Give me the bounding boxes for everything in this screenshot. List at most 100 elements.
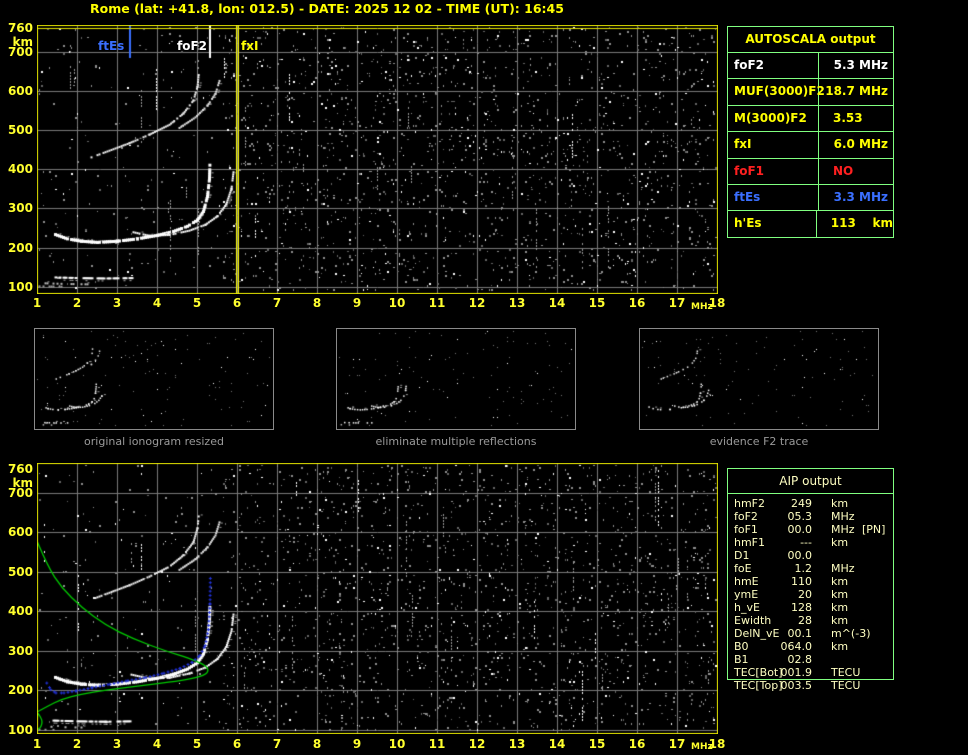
aip-row-unit: km [831,497,849,510]
x-tick-label: 3 [112,296,122,310]
aip-row: foF1 00.0 MHz [PN] [727,523,893,536]
x-tick-label: 11 [428,737,446,751]
page-title: Rome (lat: +41.8, lon: 012.5) - DATE: 20… [90,1,564,16]
x-tick-label: 13 [508,737,526,751]
table-row: MUF(3000)F2 18.7 MHz [728,79,893,106]
mini-ionogram-canvas [640,329,878,429]
x-tick-label: 14 [548,737,566,751]
aip-row: B1 02.8 [727,653,893,666]
autoscala-row-value: 3.3 MHz [833,189,888,204]
aip-row-label: B1 [734,653,749,666]
x-tick-label: 4 [152,737,162,751]
y-tick-label: 500 [7,564,33,579]
panel-caption-eliminate: eliminate multiple reflections [375,435,537,448]
autoscala-row-value: NO [833,163,854,178]
autoscala-row-value: 18.7 MHz [825,84,888,99]
x-tick-label: 13 [508,296,526,310]
y-tick-label: 760 [7,462,33,476]
table-row: foF1 NO [728,158,893,185]
panel-caption-original: original ionogram resized [84,435,224,448]
mini-ionogram-panel [336,328,576,430]
aip-row-unit: km [831,601,849,614]
aip-row-unit: MHz [831,562,855,575]
y-tick-label: 400 [7,604,33,619]
aip-row-unit: km [831,575,849,588]
mini-ionogram-canvas [337,329,575,429]
table-row: h'Es 113 km [728,211,893,237]
table-row: foF2 5.3 MHz [728,53,893,80]
x-tick-label: 12 [468,296,486,310]
aip-row: TEC[Bot] 001.9 TECU [727,666,893,679]
y-tick-label: 400 [7,162,33,177]
aip-row-value: 28 [798,614,812,627]
aip-row-value: 00.0 [787,549,813,562]
x-tick-label: 12 [468,737,486,751]
y-axis-unit-label: km [12,476,33,490]
y-tick-label: 200 [7,683,33,698]
y-tick-label: 300 [7,201,33,216]
aip-row-label: hmE [734,575,759,588]
aip-row: B0 064.0 km [727,640,893,653]
y-tick-label: 300 [7,643,33,658]
aip-row-label: ymE [734,588,759,601]
autoscala-row-label: MUF(3000)F2 [728,79,825,105]
aip-row: ymE 20 km [727,588,893,601]
aip-row: foE 1.2 MHz [727,562,893,575]
aip-row-value: 001.9 [780,666,813,679]
x-tick-label: 7 [272,296,282,310]
aip-row-unit: TECU [831,666,861,679]
aip-row: TEC[Top] 003.5 TECU [727,679,893,692]
aip-row-value: 249 [791,497,812,510]
y-tick-label: 760 [7,21,33,35]
x-tick-label: 7 [272,737,282,751]
aip-row: hmF2 249 km [727,497,893,510]
table-row: fxI 6.0 MHz [728,132,893,159]
autoscala-row-label: foF1 [728,158,819,184]
x-tick-label: 16 [628,296,646,310]
x-tick-label: 6 [232,296,242,310]
x-tick-label: 9 [352,737,362,751]
x-tick-label: 15 [588,296,606,310]
aip-row-value: 064.0 [780,640,813,653]
y-tick-label: 600 [7,83,33,98]
autoscala-row-value: 6.0 MHz [833,137,888,152]
x-tick-label: 3 [112,737,122,751]
aip-row: Ewidth 28 km [727,614,893,627]
autoscala-table-title: AUTOSCALA output [728,27,893,53]
bottom-x-unit-label: MHz [691,742,713,752]
x-tick-label: 1 [32,737,42,751]
aip-row-note: [PN] [862,523,886,536]
aip-row: DelN_vE 00.1 m^(-3) [727,627,893,640]
x-tick-label: 2 [72,296,82,310]
y-tick-label: 200 [7,240,33,255]
aip-row-value: --- [800,536,812,549]
y-tick-label: 100 [7,279,33,294]
table-row: ftEs 3.3 MHz [728,184,893,212]
aip-row-label: foF1 [734,523,758,536]
aip-row-value: 003.5 [780,679,813,692]
autoscala-output-table: AUTOSCALA output foF2 5.3 MHz MUF(3000)F… [727,26,894,238]
aip-row-value: 00.0 [787,523,813,536]
x-tick-label: 17 [668,737,686,751]
x-tick-label: 5 [192,737,202,751]
aip-row-label: foE [734,562,752,575]
x-tick-label: 16 [628,737,646,751]
y-axis-unit-label: km [12,35,33,49]
table-row: M(3000)F2 3.53 [728,105,893,133]
x-tick-label: 15 [588,737,606,751]
y-tick-label: 500 [7,122,33,137]
aip-row-unit: MHz [831,510,855,523]
y-tick-label: 600 [7,525,33,540]
aip-table-title: AIP output [728,469,893,494]
mini-ionogram-panel [34,328,274,430]
autoscala-row-label: foF2 [728,53,819,79]
top-ionogram-plot [37,25,718,294]
marker-label-fxi: fxI [241,39,259,53]
x-tick-label: 9 [352,296,362,310]
aip-row-unit: km [831,536,849,549]
panel-caption-evidence: evidence F2 trace [709,435,809,448]
x-tick-label: 1 [32,296,42,310]
aip-row-value: 128 [791,601,812,614]
x-tick-label: 2 [72,737,82,751]
x-tick-label: 10 [388,296,406,310]
